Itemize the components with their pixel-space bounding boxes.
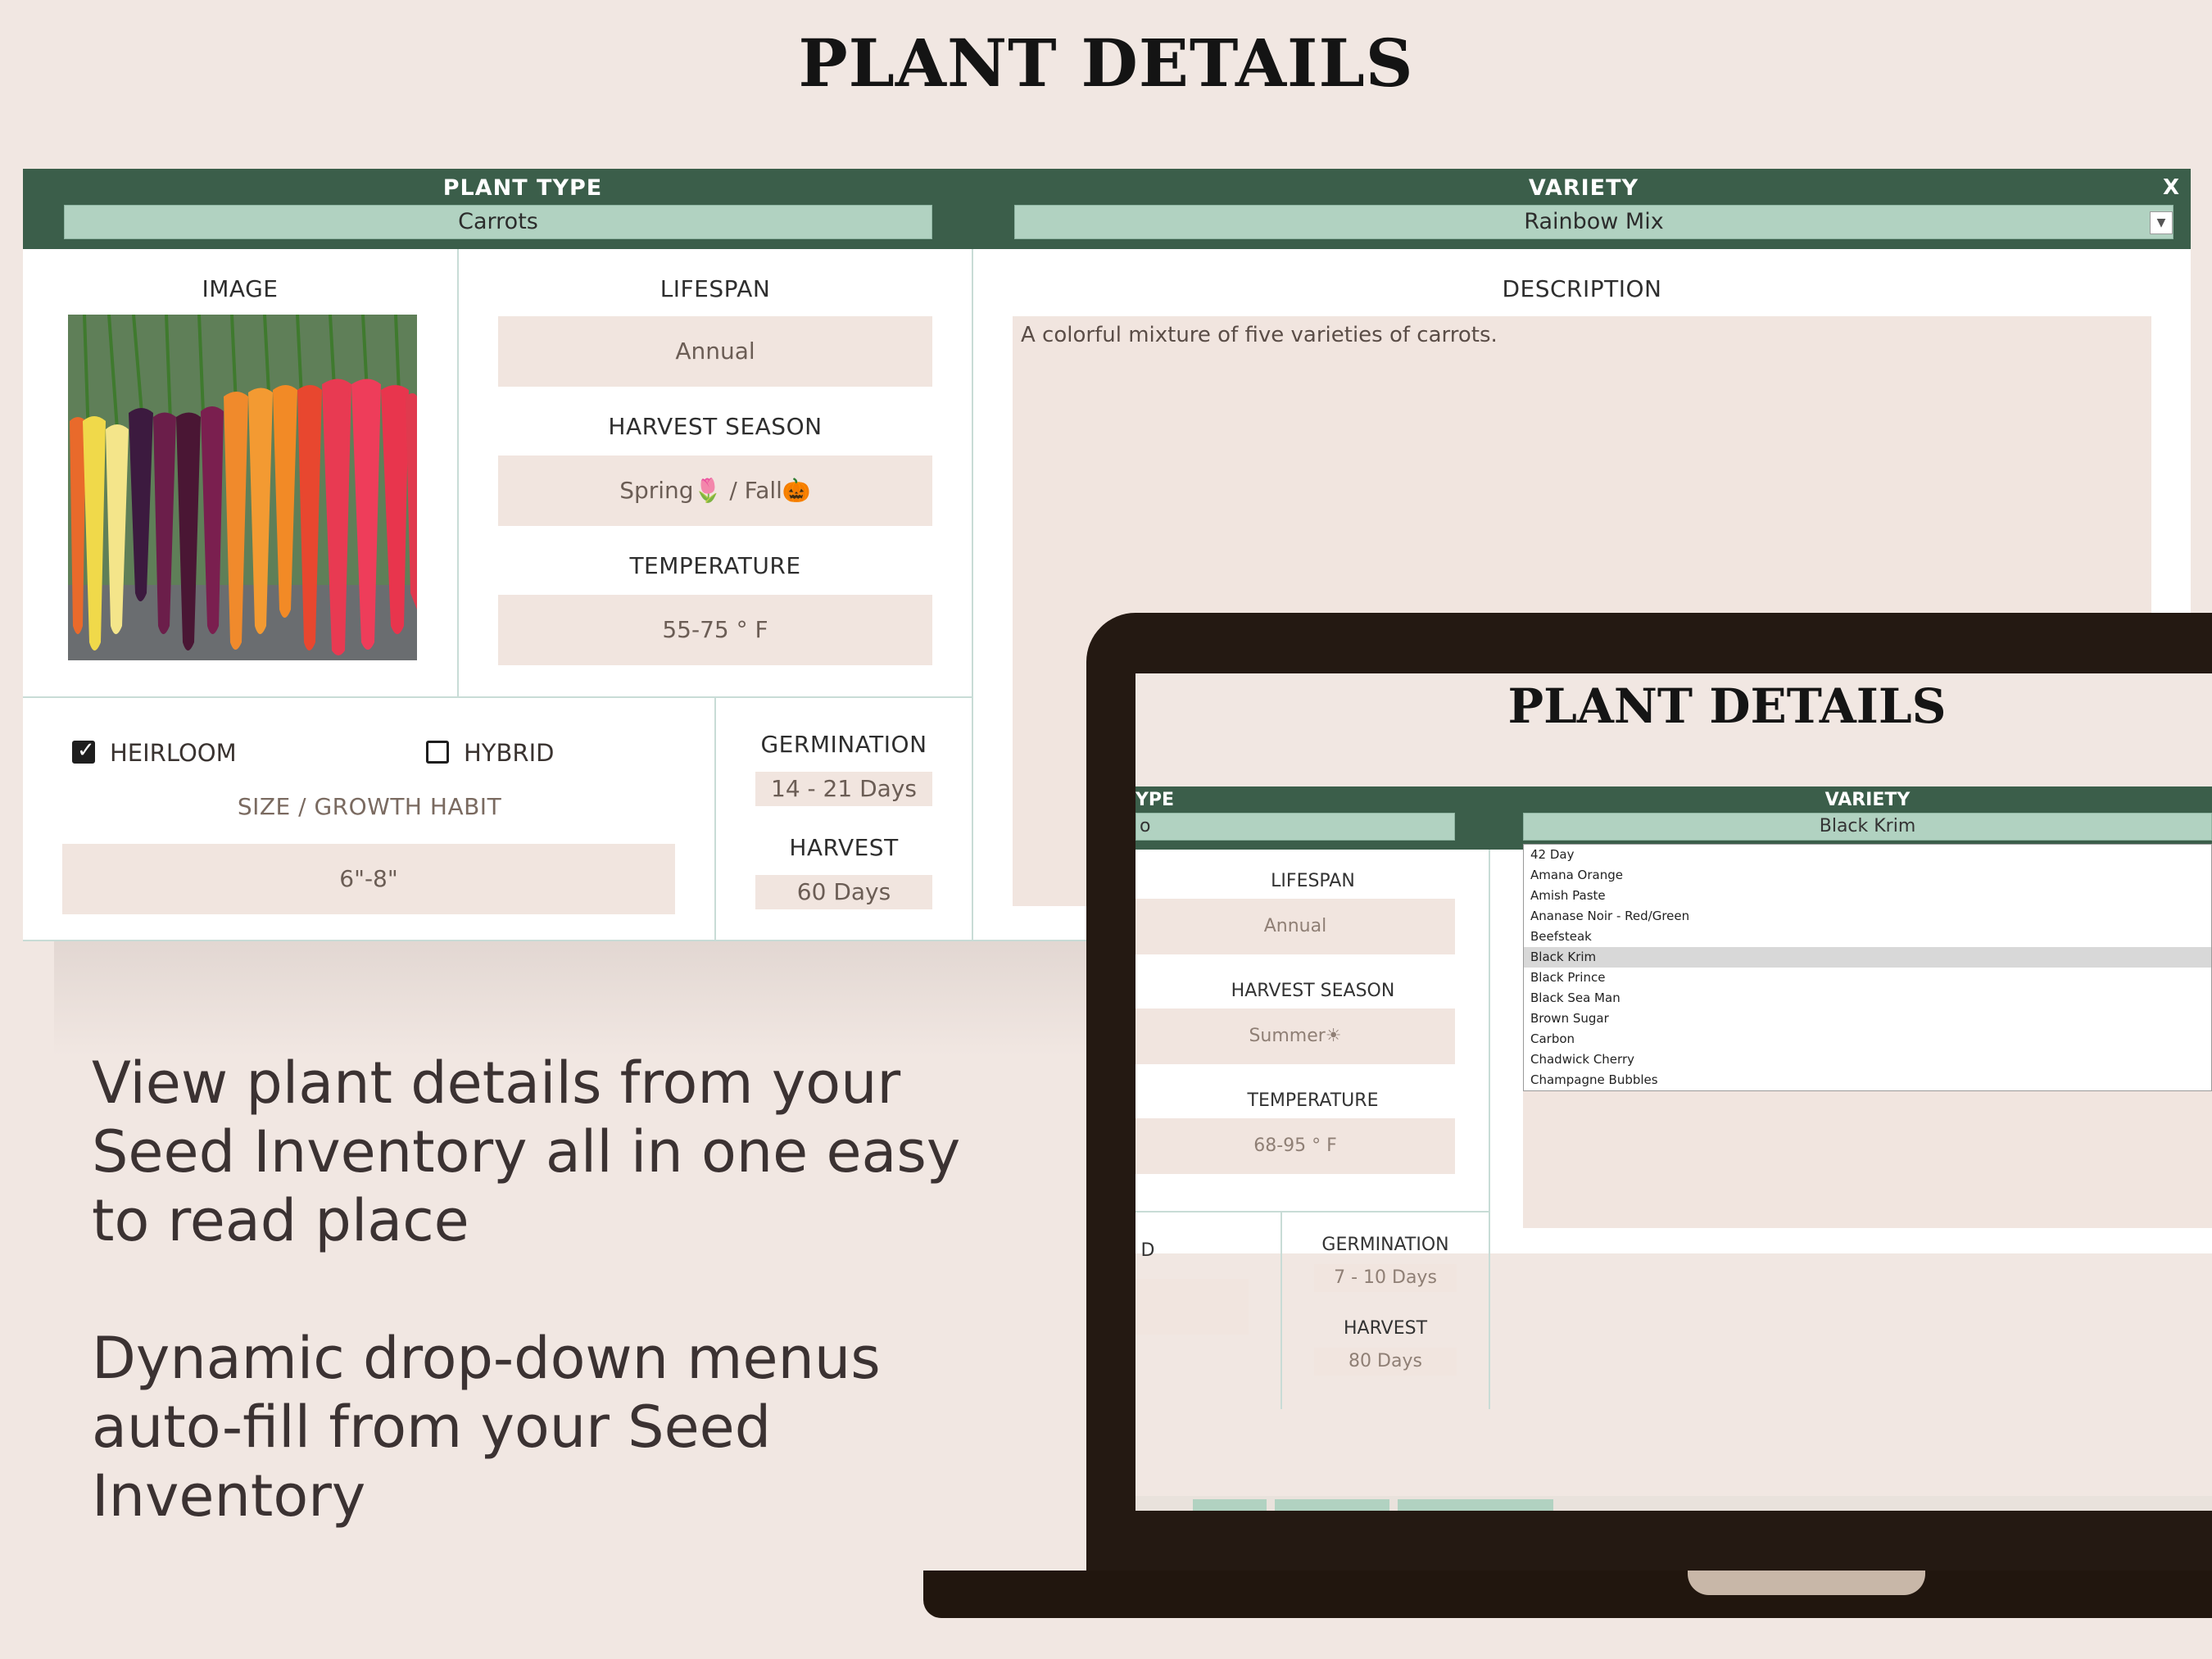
description-text: A colorful mixture of five varieties of … <box>1021 323 1498 347</box>
screen-partial-label: D <box>1140 1240 1155 1261</box>
germination-label: GERMINATION <box>760 731 927 758</box>
screen-harvest-season-label: HARVEST SEASON <box>1231 981 1395 1001</box>
screen-temperature-value: 68-95 ° F <box>1135 1118 1455 1174</box>
image-label: IMAGE <box>202 275 279 302</box>
harvest-value: 60 Days <box>755 875 932 909</box>
sheet-tabs-bar <box>1135 1496 2212 1511</box>
laptop-base <box>923 1571 2212 1618</box>
screen-type-dropdown[interactable]: o <box>1135 813 1455 841</box>
screen-germination-label: GERMINATION <box>1321 1235 1449 1255</box>
dropdown-option[interactable]: Black Sea Man <box>1524 988 2211 1009</box>
germination-cell: GERMINATION 14 - 21 Days HARVEST 60 Days <box>716 698 973 941</box>
screen-type-label: YPE <box>1135 790 1175 810</box>
harvest-season-value: Spring🌷 / Fall🎃 <box>498 456 932 526</box>
screen-temperature-label: TEMPERATURE <box>1247 1090 1379 1111</box>
hybrid-label: HYBRID <box>464 739 555 767</box>
heirloom-label: HEIRLOOM <box>110 739 237 767</box>
size-value: 6"-8" <box>62 844 675 914</box>
sheet-tab[interactable] <box>1193 1499 1267 1511</box>
form-shadow <box>54 941 1119 1056</box>
sheet-tab[interactable] <box>1275 1499 1389 1511</box>
promo-text-1: View plant details from your Seed Invent… <box>92 1049 961 1254</box>
description-label: DESCRIPTION <box>1502 275 1662 302</box>
dropdown-arrow-icon[interactable]: ▼ <box>2150 211 2173 234</box>
dropdown-option[interactable]: Beefsteak <box>1524 927 2211 947</box>
promo-text-2: Dynamic drop-down menus auto-fill from y… <box>92 1325 881 1530</box>
harvest-season-label: HARVEST SEASON <box>608 413 823 440</box>
dropdown-option-selected[interactable]: Black Krim <box>1524 947 2211 968</box>
dropdown-option[interactable]: Ananase Noir - Red/Green <box>1524 906 2211 927</box>
screen-title: PLANT DETAILS <box>1507 678 1947 734</box>
screen-variety-dropdown[interactable]: Black Krim <box>1523 813 2212 841</box>
heirloom-checkbox[interactable] <box>72 738 95 764</box>
germination-value: 14 - 21 Days <box>755 772 932 806</box>
variety-label: VARIETY <box>1528 175 1639 201</box>
laptop-notch <box>1688 1571 1925 1595</box>
dropdown-option[interactable]: Brown Sugar <box>1524 1009 2211 1029</box>
variety-dropdown[interactable]: Rainbow Mix <box>1014 205 2173 239</box>
screen-size-value <box>1135 1279 1249 1335</box>
screen-lifespan-label: LIFESPAN <box>1271 871 1355 891</box>
temperature-value: 55-75 ° F <box>498 595 932 665</box>
screen-variety-label: VARIETY <box>1824 790 1911 810</box>
dropdown-option[interactable]: Black Prince <box>1524 968 2211 988</box>
screen-harvest-value: 80 Days <box>1314 1348 1457 1376</box>
screen-harvest-season-value: Summer☀ <box>1135 1009 1455 1064</box>
harvest-label: HARVEST <box>789 834 899 861</box>
temperature-label: TEMPERATURE <box>629 552 801 579</box>
screen-harvest-label: HARVEST <box>1343 1318 1428 1339</box>
screen-lifespan-value: Annual <box>1135 899 1455 954</box>
screen-germination-value: 7 - 10 Days <box>1314 1264 1457 1292</box>
dropdown-option[interactable]: Chadwick Cherry <box>1524 1049 2211 1070</box>
plant-type-label: PLANT TYPE <box>442 175 603 201</box>
dropdown-option[interactable]: Amish Paste <box>1524 886 2211 906</box>
plant-type-dropdown[interactable]: Carrots <box>64 205 932 239</box>
close-icon[interactable]: X <box>2163 175 2179 200</box>
size-label: SIZE / GROWTH HABIT <box>237 793 502 820</box>
hybrid-checkbox[interactable] <box>426 741 449 764</box>
growing-info-cell: LIFESPAN Annual HARVEST SEASON Spring🌷 /… <box>459 249 973 698</box>
sheet-tab[interactable] <box>1398 1499 1553 1511</box>
image-cell: IMAGE <box>23 249 459 698</box>
type-size-cell: HEIRLOOM HYBRID SIZE / GROWTH HABIT 6"-8… <box>23 698 716 941</box>
carrot-photo <box>68 315 417 660</box>
lifespan-label: LIFESPAN <box>660 275 771 302</box>
dropdown-option[interactable]: Amana Orange <box>1524 865 2211 886</box>
variety-dropdown-list[interactable]: 42 Day Amana Orange Amish Paste Ananase … <box>1523 844 2212 1091</box>
page-title: PLANT DETAILS <box>798 25 1414 102</box>
lifespan-value: Annual <box>498 316 932 387</box>
dropdown-option[interactable]: Champagne Bubbles <box>1524 1070 2211 1090</box>
laptop-screen: PLANT DETAILS YPE o VARIETY Black Krim L… <box>1135 673 2212 1511</box>
dropdown-option[interactable]: 42 Day <box>1524 845 2211 865</box>
form-header: PLANT TYPE Carrots VARIETY Rainbow Mix ▼… <box>23 169 2191 249</box>
dropdown-option[interactable]: Carbon <box>1524 1029 2211 1049</box>
